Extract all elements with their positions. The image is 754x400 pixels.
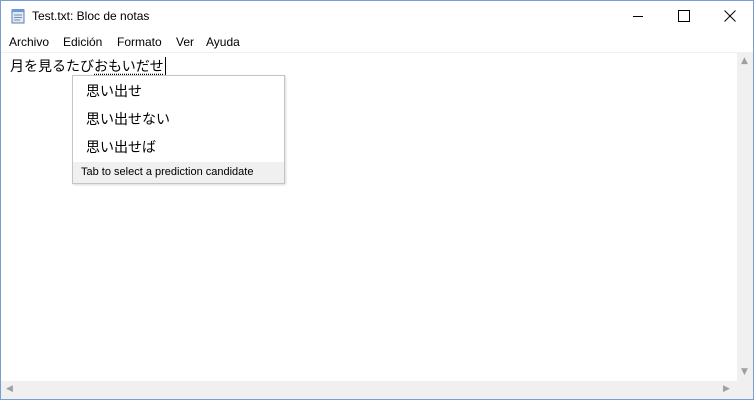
menu-bar: Archivo Edición Formato Ver Ayuda (1, 32, 753, 53)
maximize-icon (678, 9, 690, 22)
prediction-candidate[interactable]: 思い出せば (73, 134, 284, 162)
notepad-window: Test.txt: Bloc de notas Archivo Edición … (0, 0, 754, 400)
title-bar[interactable]: Test.txt: Bloc de notas (1, 1, 753, 32)
committed-text: 月を見るたび (10, 59, 94, 75)
scroll-right-icon[interactable]: ▶ (723, 384, 730, 394)
menu-formato[interactable]: Formato (117, 35, 162, 49)
minimize-button[interactable] (615, 1, 661, 30)
notepad-icon (11, 9, 25, 24)
ime-prediction-popup: 思い出せ 思い出せない 思い出せば Tab to select a predic… (72, 75, 285, 184)
composing-text: おもいだせ (94, 59, 164, 75)
scroll-down-icon[interactable]: ▼ (741, 367, 748, 377)
menu-edicion[interactable]: Edición (63, 35, 102, 49)
ime-hint: Tab to select a prediction candidate (73, 162, 284, 183)
minimize-icon (633, 15, 643, 17)
menu-ver[interactable]: Ver (176, 35, 194, 49)
scroll-up-icon[interactable]: ▲ (741, 56, 748, 66)
editor-content[interactable]: 月を見るたびおもいだせ (10, 56, 166, 76)
prediction-candidate[interactable]: 思い出せ (73, 78, 284, 106)
menu-archivo[interactable]: Archivo (9, 35, 49, 49)
menu-ayuda[interactable]: Ayuda (206, 35, 240, 49)
prediction-candidate[interactable]: 思い出せない (73, 106, 284, 134)
scroll-left-icon[interactable]: ◀ (6, 384, 13, 394)
close-icon (724, 9, 736, 22)
scrollbar-corner (737, 381, 753, 399)
window-title: Test.txt: Bloc de notas (32, 9, 150, 23)
close-button[interactable] (707, 1, 753, 30)
vertical-scrollbar[interactable]: ▲ ▼ (737, 53, 753, 381)
maximize-button[interactable] (661, 1, 707, 30)
horizontal-scrollbar[interactable]: ◀ ▶ (1, 381, 737, 399)
text-caret (164, 57, 166, 75)
